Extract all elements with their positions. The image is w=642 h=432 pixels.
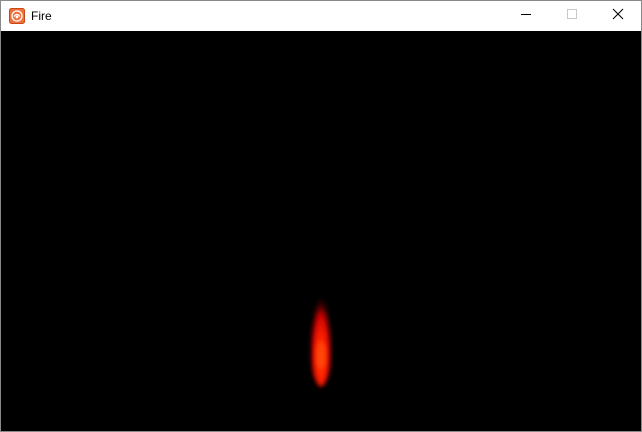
minimize-button[interactable] (503, 1, 549, 31)
maximize-button[interactable] (549, 1, 595, 31)
fire-canvas[interactable] (1, 31, 641, 431)
fire-window: Fire (0, 0, 642, 432)
window-title: Fire (31, 9, 52, 23)
close-icon (612, 7, 624, 25)
maximize-icon (566, 7, 578, 25)
flame (310, 285, 332, 387)
title-bar[interactable]: Fire (1, 1, 641, 31)
fire-app-icon (9, 8, 25, 24)
minimize-icon (520, 7, 532, 25)
close-button[interactable] (595, 1, 641, 31)
